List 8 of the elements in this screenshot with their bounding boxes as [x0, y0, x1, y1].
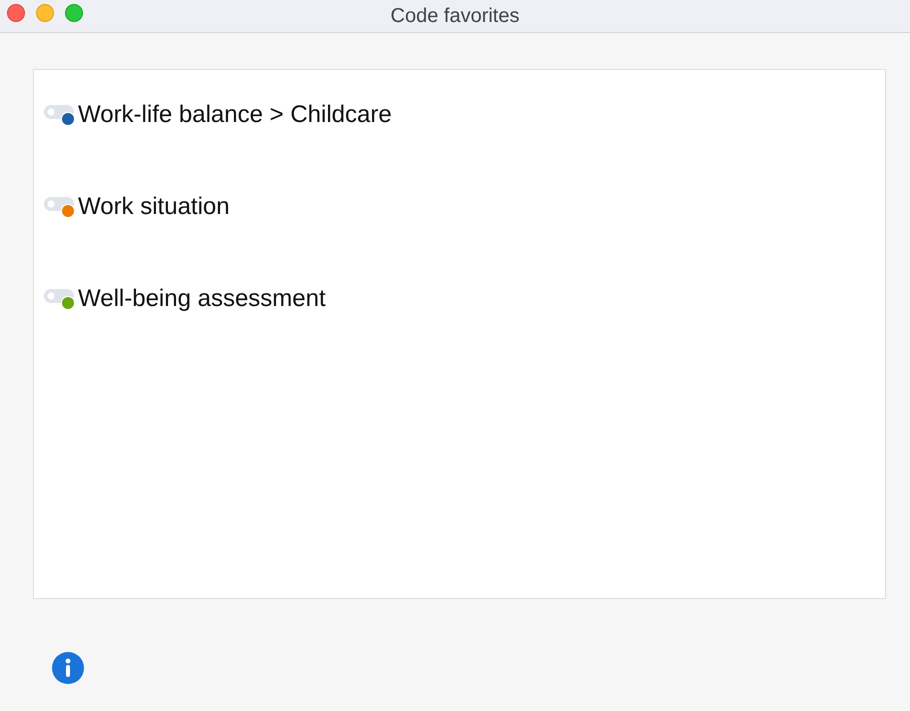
- info-icon[interactable]: [51, 651, 85, 685]
- code-label[interactable]: Well-being assessment: [78, 285, 326, 313]
- code-label[interactable]: Work-life balance > Childcare: [78, 101, 392, 129]
- zoom-button[interactable]: [65, 4, 83, 22]
- close-button[interactable]: [7, 4, 25, 22]
- minimize-button[interactable]: [36, 4, 54, 22]
- window-title: Code favorites: [390, 4, 520, 28]
- code-label[interactable]: Work situation: [78, 193, 230, 221]
